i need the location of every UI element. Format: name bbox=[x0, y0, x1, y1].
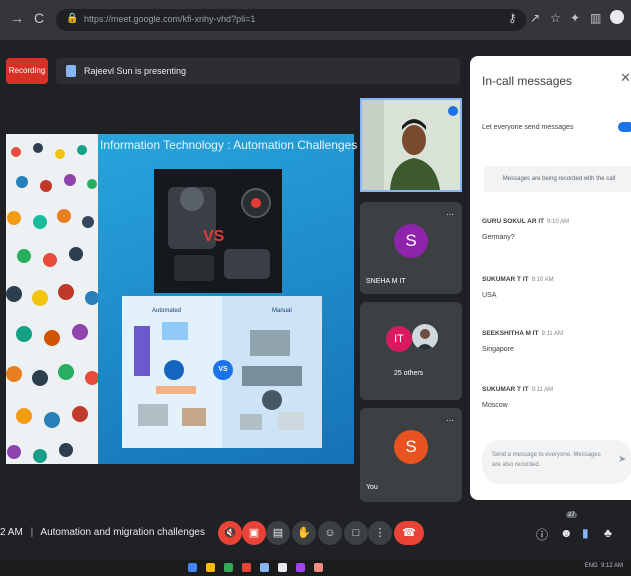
clock: 2 AM bbox=[0, 527, 23, 538]
emoji-icon[interactable]: ☺ bbox=[318, 521, 342, 545]
message-text: USA bbox=[482, 292, 497, 299]
os-taskbar: ENG 9:12 AM bbox=[0, 560, 631, 576]
vs-badge: VS bbox=[213, 360, 233, 380]
message-time: 9:11 AM bbox=[541, 331, 564, 337]
taskbar-app-icon[interactable] bbox=[188, 563, 197, 572]
message-text: Germany? bbox=[482, 234, 515, 241]
call-end-icon[interactable]: ☎ bbox=[394, 521, 424, 545]
message-sender: SUKUMAR T IT bbox=[482, 276, 529, 283]
message-time: 9:11 AM bbox=[531, 387, 554, 393]
send-icon[interactable]: ➤ bbox=[618, 454, 626, 465]
message-sender: SEEKSHITHA M IT bbox=[482, 330, 539, 337]
close-icon[interactable]: ✕ bbox=[620, 70, 631, 86]
chat-message: GURU SOKUL AR IT 9:10 AM Germany? bbox=[482, 210, 622, 241]
avatar: S bbox=[394, 430, 428, 464]
message-header: SUKUMAR T IT 9:10 AM bbox=[482, 268, 622, 286]
hand-icon[interactable]: ✋ bbox=[292, 521, 316, 545]
allow-messages-label: Let everyone send messages bbox=[482, 124, 574, 131]
message-header: SUKUMAR T IT 9:11 AM bbox=[482, 378, 622, 396]
url-text: https://meet.google.com/kfi-xnhy-vhd?pli… bbox=[84, 14, 256, 24]
message-time: 9:10 AM bbox=[547, 219, 570, 225]
people-count-badge: 27 bbox=[566, 512, 577, 518]
participant-video bbox=[362, 100, 460, 190]
avatar: IT bbox=[386, 326, 412, 352]
presenting-text: Rajeevl Sun is presenting bbox=[84, 66, 187, 76]
message-input-placeholder: Send a message to everyone. Messages are… bbox=[492, 452, 601, 468]
extensions-icon[interactable]: ✦ bbox=[570, 11, 580, 25]
in-call-messages-panel: In-call messages ✕ Let everyone send mes… bbox=[470, 56, 631, 500]
message-input[interactable]: Send a message to everyone. Messages are… bbox=[482, 440, 631, 484]
chat-icon[interactable]: ▮ bbox=[582, 526, 589, 540]
chat-message: SUKUMAR T IT 9:10 AM USA bbox=[482, 268, 622, 299]
tray-language: ENG bbox=[584, 563, 598, 569]
back-button[interactable]: → bbox=[10, 10, 24, 26]
presenting-banner: Rajeevl Sun is presenting bbox=[56, 58, 460, 84]
system-tray: ENG 9:12 AM bbox=[585, 563, 623, 569]
message-text: Moscow bbox=[482, 402, 508, 409]
allow-messages-toggle[interactable] bbox=[618, 122, 631, 132]
more-options-button[interactable]: ⋮ bbox=[368, 521, 392, 545]
message-sender: SUKUMAR T IT bbox=[482, 386, 529, 393]
chat-message: SEEKSHITHA M IT 9:11 AM Singapore bbox=[482, 322, 622, 353]
slide-title: Information Technology : Automation Chal… bbox=[100, 138, 358, 152]
taskbar-app-icon[interactable] bbox=[278, 563, 287, 572]
participant-name: You bbox=[366, 484, 378, 491]
message-time: 9:10 AM bbox=[531, 277, 554, 283]
recording-badge: Recording bbox=[6, 58, 48, 84]
automated-label: Automated bbox=[152, 308, 182, 314]
message-header: GURU SOKUL AR IT 9:10 AM bbox=[482, 210, 622, 228]
panel-title: In-call messages bbox=[482, 74, 573, 88]
more-options-icon[interactable]: … bbox=[446, 414, 454, 423]
lock-icon: 🔒 bbox=[66, 13, 79, 24]
taskbar-app-icon[interactable] bbox=[260, 563, 269, 572]
dots-decoration bbox=[6, 134, 98, 464]
people-icon[interactable]: ☻ bbox=[560, 526, 573, 540]
avatar: S bbox=[394, 224, 428, 258]
vs-text: VS bbox=[203, 228, 225, 245]
tray-time: 9:12 AM bbox=[600, 563, 623, 569]
taskbar-app-icon[interactable] bbox=[296, 563, 305, 572]
taskbar-app-icon[interactable] bbox=[206, 563, 215, 572]
participant-name: 25 others bbox=[394, 370, 424, 377]
manual-label: Manual bbox=[272, 308, 292, 314]
captions-icon[interactable]: ▤ bbox=[266, 521, 290, 545]
meeting-info: 2 AM | Automation and migration challeng… bbox=[0, 527, 205, 538]
more-options-icon[interactable]: … bbox=[446, 208, 454, 217]
speaking-indicator-icon bbox=[448, 106, 458, 116]
message-text: Singapore bbox=[482, 346, 514, 353]
present-icon[interactable]: □ bbox=[344, 521, 368, 545]
avatar-photo bbox=[412, 324, 438, 350]
divider: | bbox=[30, 527, 34, 538]
share-icon[interactable]: ↗ bbox=[530, 11, 540, 25]
participant-name: SNEHA M IT bbox=[366, 278, 406, 285]
participant-tile-you[interactable]: … S You bbox=[360, 408, 462, 502]
key-icon[interactable]: ⚷ bbox=[508, 11, 517, 25]
taskbar-app-icon[interactable] bbox=[224, 563, 233, 572]
participant-tile-sneha[interactable]: … S SNEHA M IT bbox=[360, 202, 462, 294]
chat-message: SUKUMAR T IT 9:11 AM Moscow bbox=[482, 378, 622, 409]
recording-notice: Messages are being recorded with the cal… bbox=[484, 166, 631, 192]
participant-tile-others[interactable]: IT 25 others bbox=[360, 302, 462, 400]
mic-off-icon[interactable]: 🔇 bbox=[218, 521, 242, 545]
address-bar[interactable]: 🔒 https://meet.google.com/kfi-xnhy-vhd?p… bbox=[56, 9, 526, 31]
bookmark-star-icon[interactable]: ☆ bbox=[550, 11, 561, 25]
participant-tile-rajeevl[interactable] bbox=[360, 98, 462, 192]
message-header: SEEKSHITHA M IT 9:11 AM bbox=[482, 322, 622, 340]
profile-avatar[interactable] bbox=[610, 10, 624, 24]
browser-toolbar: → C 🔒 https://meet.google.com/kfi-xnhy-v… bbox=[0, 0, 631, 40]
reload-button[interactable]: C bbox=[34, 10, 44, 26]
activities-icon[interactable]: ♣ bbox=[604, 526, 612, 540]
info-icon[interactable]: ⓘ bbox=[536, 526, 548, 543]
presentation-icon bbox=[66, 65, 76, 77]
taskbar-app-icon[interactable] bbox=[314, 563, 323, 572]
split-view-icon[interactable]: ▥ bbox=[590, 11, 601, 25]
message-sender: GURU SOKUL AR IT bbox=[482, 218, 545, 225]
meeting-title: Automation and migration challenges bbox=[40, 527, 205, 538]
taskbar-app-icon[interactable] bbox=[242, 563, 251, 572]
camera-off-icon[interactable]: ▣ bbox=[242, 521, 266, 545]
